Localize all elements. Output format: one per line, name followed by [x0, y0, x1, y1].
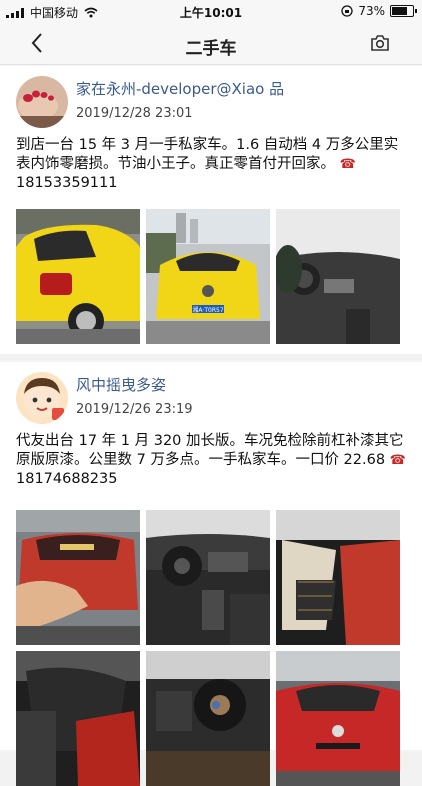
page-title: 二手车 — [185, 39, 237, 59]
post-item: 家在永州-developer@Xiao 品 2019/12/28 23:01 到… — [0, 66, 422, 354]
post-item: 风中摇曳多姿 2019/12/26 23:19 代友出台 17 年 1 月 32… — [0, 362, 422, 786]
avatar[interactable] — [16, 372, 68, 424]
license-plate: 湘A·T0R57 — [192, 306, 223, 314]
photo-thumbnail[interactable] — [16, 209, 140, 344]
phone-number[interactable]: 18174688235 — [16, 471, 117, 487]
camera-button[interactable] — [370, 34, 390, 56]
photo-thumbnail[interactable] — [146, 651, 270, 786]
photo-thumbnail[interactable]: 湘A·T0R57 — [146, 209, 270, 344]
nav-bar: 二手车 — [0, 24, 422, 65]
post-time: 2019/12/28 23:01 — [76, 106, 193, 121]
photo-thumbnail[interactable] — [276, 209, 400, 344]
telephone-icon: ☎ — [339, 157, 356, 172]
photo-thumbnail[interactable] — [146, 510, 270, 645]
battery-percent: 73% — [358, 4, 385, 18]
photo-thumbnail[interactable] — [16, 651, 140, 786]
status-bar: 中国移动 上午10:01 73% — [0, 0, 422, 24]
battery-fill — [392, 7, 407, 15]
orientation-lock-icon — [341, 5, 353, 17]
username[interactable]: 风中摇曳多姿 — [76, 374, 166, 395]
battery-icon — [390, 5, 417, 17]
photo-thumbnail[interactable] — [16, 510, 140, 645]
post-time: 2019/12/26 23:19 — [76, 402, 193, 417]
username[interactable]: 家在永州-developer@Xiao 品 — [76, 78, 284, 99]
avatar[interactable] — [16, 76, 68, 128]
status-right: 73% — [341, 4, 417, 18]
telephone-icon: ☎ — [389, 453, 406, 468]
phone-number[interactable]: 18153359111 — [16, 175, 117, 191]
post-content: 到店一台 15 年 3 月一手私家车。1.6 自动档 4 万多公里实表内饰零磨损… — [16, 136, 408, 193]
camera-icon — [371, 35, 389, 51]
post-content: 代友出台 17 年 1 月 320 加长版。车况免检除前杠补漆其它原版原漆。公里… — [16, 432, 408, 489]
photo-thumbnail[interactable] — [276, 510, 400, 645]
photo-thumbnail[interactable] — [276, 651, 400, 786]
post-text: 代友出台 17 年 1 月 320 加长版。车况免检除前杠补漆其它原版原漆。公里… — [16, 433, 404, 468]
